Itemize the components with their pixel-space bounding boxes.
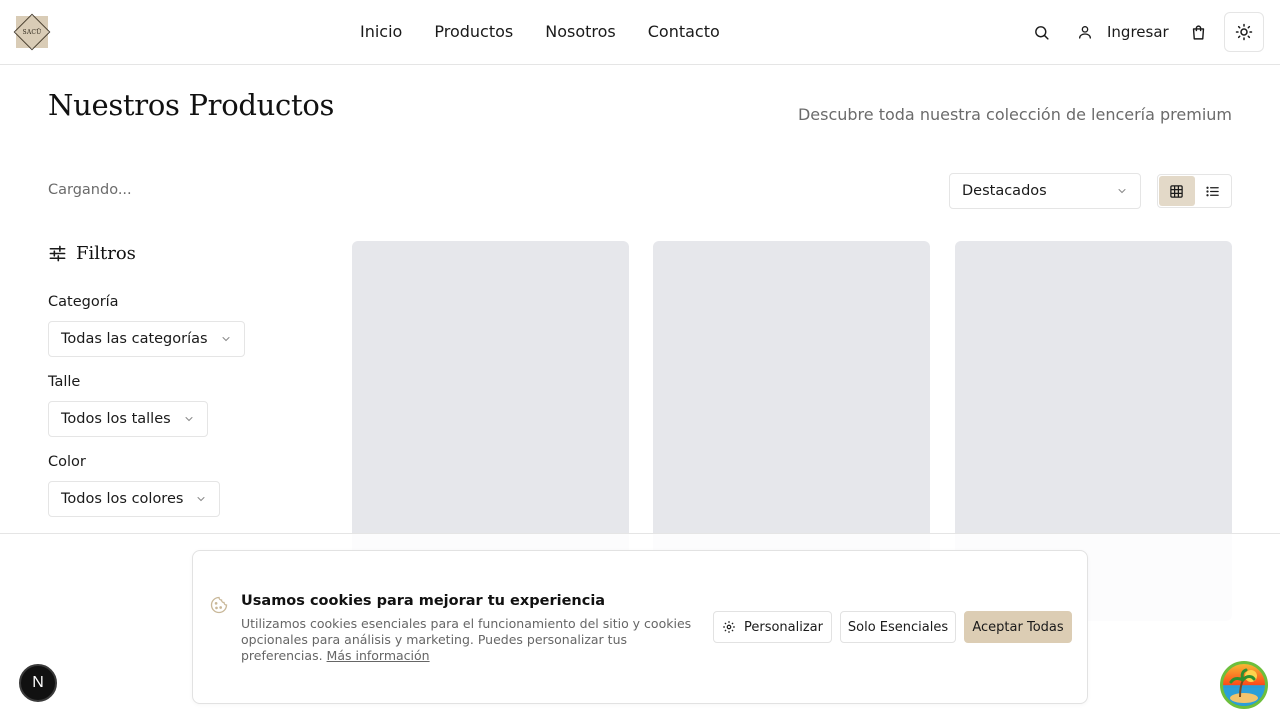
search-button[interactable] [1029, 20, 1053, 44]
color-label: Color [48, 454, 86, 470]
cookie-description: Utilizamos cookies esenciales para el fu… [241, 616, 711, 664]
theme-toggle-button[interactable] [1224, 12, 1264, 52]
cookie-more-info-link[interactable]: Más información [327, 648, 430, 663]
nav-inicio[interactable]: Inicio [344, 20, 418, 44]
cookie-icon [210, 596, 228, 614]
category-select[interactable]: Todas las categorías [48, 321, 245, 357]
essential-cookies-button[interactable]: Solo Esenciales [840, 611, 956, 643]
cart-icon [1192, 24, 1204, 40]
login-label: Ingresar [1107, 23, 1169, 41]
login-button[interactable]: Ingresar [1077, 20, 1169, 44]
list-icon [1206, 186, 1219, 196]
page-title: Nuestros Productos [48, 88, 335, 122]
nav-contacto[interactable]: Contacto [632, 20, 736, 44]
chevron-down-icon [185, 417, 193, 422]
color-select[interactable]: Todos los colores [48, 481, 221, 517]
gear-icon [723, 621, 735, 633]
cookie-banner: Usamos cookies para mejorar tu experienc… [192, 550, 1088, 704]
sort-select[interactable]: Destacados [949, 173, 1141, 209]
cookie-text: Utilizamos cookies esenciales para el fu… [241, 616, 692, 663]
customize-label: Personalizar [743, 619, 823, 635]
accept-all-cookies-button[interactable]: Aceptar Todas [964, 611, 1072, 643]
cart-button[interactable] [1186, 20, 1210, 44]
chat-widget-avatar[interactable] [1220, 661, 1268, 709]
logo-text: SACŪ [22, 28, 42, 36]
sliders-icon [49, 245, 66, 262]
cookie-title: Usamos cookies para mejorar tu experienc… [241, 593, 606, 609]
chevron-down-icon [222, 337, 230, 342]
sun-icon [1235, 23, 1253, 41]
chevron-down-icon [197, 497, 205, 502]
customize-cookies-button[interactable]: Personalizar [713, 611, 832, 643]
size-label: Talle [48, 374, 81, 390]
list-view-button[interactable] [1195, 176, 1231, 206]
dev-tools-badge[interactable]: N [19, 664, 57, 702]
nav-nosotros[interactable]: Nosotros [529, 20, 632, 44]
filters-heading: Filtros [48, 243, 136, 264]
size-value: Todos los talles [61, 411, 171, 427]
nav-productos[interactable]: Productos [418, 20, 529, 44]
logo-mark: SACŪ [13, 13, 51, 51]
site-header: SACŪ Inicio Productos Nosotros Contacto … [0, 0, 1280, 65]
logo[interactable]: SACŪ [13, 13, 51, 51]
user-icon [1079, 26, 1091, 39]
sort-value: Destacados [962, 183, 1047, 199]
essential-label: Solo Esenciales [847, 619, 949, 635]
chevron-down-icon [1118, 189, 1126, 194]
category-label: Categoría [48, 294, 119, 310]
grid-view-button[interactable] [1159, 176, 1195, 206]
size-select[interactable]: Todos los talles [48, 401, 208, 437]
search-icon [1034, 25, 1049, 40]
palm-beach-icon [1223, 668, 1265, 706]
accept-label: Aceptar Todas [972, 619, 1064, 635]
filters-title: Filtros [76, 243, 136, 264]
category-value: Todas las categorías [61, 331, 208, 347]
color-value: Todos los colores [61, 491, 184, 507]
loading-status: Cargando... [48, 182, 132, 198]
grid-icon [1170, 184, 1183, 198]
main-nav: Inicio Productos Nosotros Contacto [344, 20, 736, 44]
page-subtitle: Descubre toda nuestra colección de lence… [797, 105, 1232, 124]
view-toggle [1157, 174, 1232, 208]
